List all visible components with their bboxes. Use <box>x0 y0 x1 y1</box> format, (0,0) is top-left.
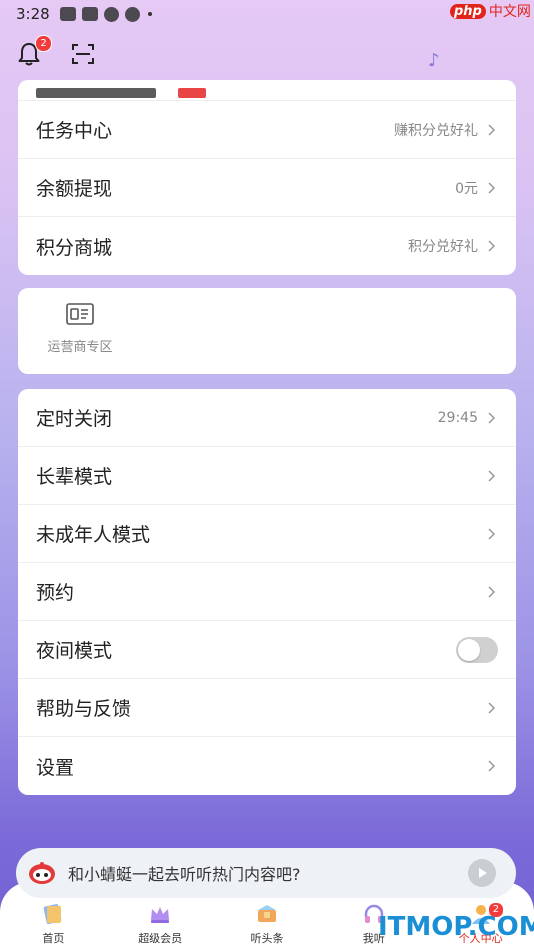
assistant-prompt-text: 和小蜻蜓一起去听听热门内容吧? <box>68 865 301 884</box>
notification-app-icon <box>59 7 76 21</box>
clipped-row-label <box>36 88 156 98</box>
night-mode-row: 夜间模式 <box>18 621 516 679</box>
status-icons <box>59 6 152 22</box>
row-label: 设置 <box>36 756 75 779</box>
chevron-right-icon <box>488 181 496 194</box>
tab-label: 超级会员 <box>138 932 183 945</box>
music-note-icon: ♪ <box>428 50 440 71</box>
scan-button[interactable] <box>70 41 96 67</box>
play-icon <box>479 868 487 878</box>
row-label: 预约 <box>36 582 75 604</box>
night-mode-toggle[interactable] <box>456 636 498 663</box>
tab-label: 首页 <box>42 932 65 945</box>
php-watermark-text: 中文网 <box>488 4 531 20</box>
row-label: 未成年人模式 <box>36 524 151 546</box>
partially-visible-row[interactable] <box>18 80 516 101</box>
notification-app-icon <box>103 6 119 22</box>
account-card: 任务中心 赚积分兑好礼 余额提现 0元 积分商城 积分兑好礼 <box>18 80 516 275</box>
crown-icon <box>151 907 170 923</box>
assistant-prompt-bar[interactable]: 和小蜻蜓一起去听听热门内容吧? <box>16 848 516 898</box>
row-value: 0元 <box>455 180 478 197</box>
reservation-row[interactable]: 预约 <box>18 563 516 621</box>
itmop-watermark: ITMOP.COM <box>378 912 534 942</box>
toggle-knob <box>458 638 480 661</box>
row-value: 积分兑好礼 <box>408 239 478 255</box>
notification-app-icon <box>124 6 140 22</box>
settings-row[interactable]: 设置 <box>18 737 516 795</box>
robot-mascot-icon <box>29 862 55 884</box>
chevron-right-icon <box>488 123 496 136</box>
status-time: 3:28 <box>16 5 50 23</box>
points-mall-row[interactable]: 积分商城 积分兑好礼 <box>18 217 516 275</box>
operator-zone-label: 运营商专区 <box>47 340 113 355</box>
headline-box-icon <box>257 905 276 922</box>
timer-countdown: 29:45 <box>437 409 478 426</box>
php-watermark-logo: php <box>450 3 486 19</box>
home-book-icon <box>44 904 62 925</box>
top-bar: 2 <box>16 34 96 74</box>
elder-mode-row[interactable]: 长辈模式 <box>18 447 516 505</box>
operator-zone-button[interactable]: 运营商专区 <box>18 288 142 355</box>
row-label: 长辈模式 <box>36 466 113 488</box>
chevron-right-icon <box>488 701 496 714</box>
chevron-right-icon <box>488 240 496 252</box>
sim-card-icon <box>66 303 94 325</box>
notification-button[interactable]: 2 <box>16 35 52 67</box>
chevron-right-icon <box>488 469 496 482</box>
chevron-right-icon <box>488 411 496 424</box>
row-label: 任务中心 <box>36 120 113 142</box>
play-button[interactable] <box>468 859 496 887</box>
notification-count-badge: 2 <box>35 35 52 52</box>
minor-mode-row[interactable]: 未成年人模式 <box>18 505 516 563</box>
chevron-right-icon <box>488 760 496 772</box>
settings-card: 定时关闭 29:45 长辈模式 未成年人模式 预约 夜间模式 帮助与反馈 设置 <box>18 389 516 795</box>
tab-label: 听头条 <box>250 932 284 945</box>
clipped-row-tag <box>178 88 206 98</box>
scan-icon <box>72 44 94 64</box>
php-watermark: php 中文网 <box>450 0 534 22</box>
more-notifications-dot-icon <box>147 12 152 16</box>
row-label: 夜间模式 <box>36 640 113 662</box>
task-center-row[interactable]: 任务中心 赚积分兑好礼 <box>18 101 516 159</box>
help-feedback-row[interactable]: 帮助与反馈 <box>18 679 516 737</box>
row-label: 余额提现 <box>36 178 113 200</box>
row-value: 赚积分兑好礼 <box>394 122 478 139</box>
row-label: 帮助与反馈 <box>36 698 132 720</box>
chevron-right-icon <box>488 527 496 540</box>
notification-app-icon <box>81 7 98 21</box>
chevron-right-icon <box>488 585 496 598</box>
balance-withdraw-row[interactable]: 余额提现 0元 <box>18 159 516 217</box>
row-label: 定时关闭 <box>36 408 113 430</box>
operator-card: 运营商专区 <box>18 288 516 374</box>
row-label: 积分商城 <box>36 236 113 259</box>
timer-off-row[interactable]: 定时关闭 29:45 <box>18 389 516 447</box>
